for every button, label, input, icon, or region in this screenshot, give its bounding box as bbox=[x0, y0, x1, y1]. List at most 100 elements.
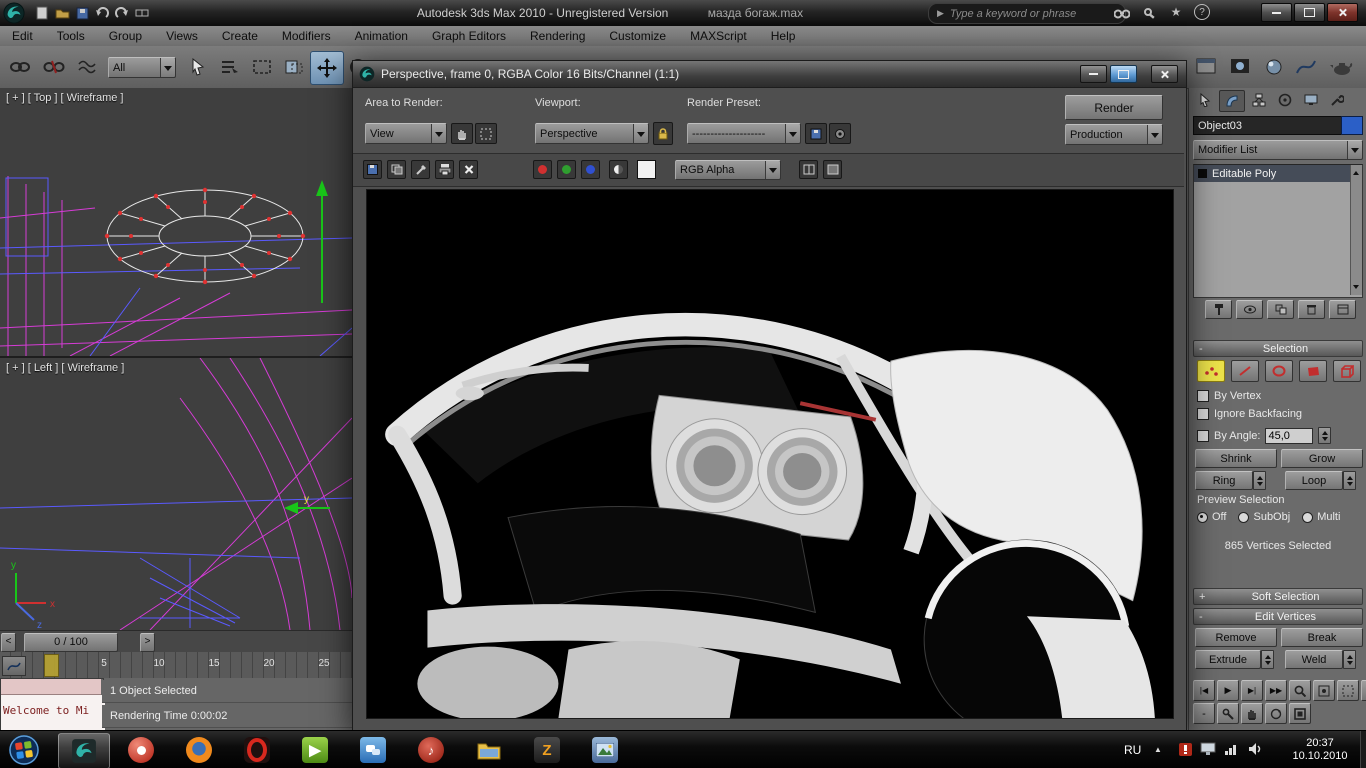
render-preset-dropdown[interactable]: -------------------- bbox=[687, 123, 801, 144]
time-step-forward-button[interactable]: > bbox=[140, 633, 155, 652]
weld-button[interactable]: Weld bbox=[1285, 650, 1343, 669]
maximize-viewport-icon[interactable] bbox=[1289, 703, 1311, 724]
maxscript-mini-listener[interactable]: Welcome to Mi bbox=[0, 678, 104, 732]
save-preset-icon[interactable] bbox=[805, 123, 827, 144]
blue-channel-icon[interactable] bbox=[581, 160, 600, 179]
modifier-list-dropdown[interactable]: Modifier List bbox=[1193, 140, 1363, 160]
tab-utilities-icon[interactable] bbox=[1325, 90, 1349, 110]
menu-edit[interactable]: Edit bbox=[0, 27, 45, 45]
viewport-top-label[interactable]: [ + ] [ Top ] [ Wireframe ] bbox=[6, 92, 123, 104]
time-step-back-button[interactable]: < bbox=[1, 633, 16, 652]
app-logo-icon[interactable] bbox=[3, 2, 25, 24]
render-maximize-button[interactable] bbox=[1110, 65, 1137, 83]
stack-scroll-down-icon[interactable] bbox=[1353, 285, 1359, 292]
menu-help[interactable]: Help bbox=[759, 27, 808, 45]
polygon-mode-icon[interactable] bbox=[1299, 360, 1327, 382]
render-button[interactable]: Render bbox=[1065, 95, 1163, 120]
arc-rotate-icon[interactable] bbox=[1265, 703, 1287, 724]
break-button[interactable]: Break bbox=[1281, 628, 1363, 647]
shrink-button[interactable]: Shrink bbox=[1195, 449, 1277, 468]
menu-graph-editors[interactable]: Graph Editors bbox=[420, 27, 518, 45]
window-crossing-icon[interactable] bbox=[278, 51, 310, 83]
favorites-star-icon[interactable]: ★ bbox=[1166, 3, 1186, 21]
taskbar-3dsmax-button[interactable] bbox=[58, 733, 110, 768]
tab-create-icon[interactable] bbox=[1193, 90, 1217, 110]
preview-off-radio[interactable] bbox=[1197, 512, 1208, 523]
menu-group[interactable]: Group bbox=[97, 27, 154, 45]
go-to-end-button[interactable]: ▶▶ bbox=[1265, 680, 1287, 701]
element-mode-icon[interactable] bbox=[1333, 360, 1361, 382]
menu-create[interactable]: Create bbox=[210, 27, 270, 45]
time-config-icon[interactable]: - bbox=[1193, 703, 1215, 724]
expand-icon[interactable]: + bbox=[1194, 591, 1209, 603]
search-arrow-icon[interactable]: ▶ bbox=[937, 8, 944, 19]
menu-customize[interactable]: Customize bbox=[597, 27, 678, 45]
taskbar-media-app-button[interactable] bbox=[116, 733, 166, 767]
remove-button[interactable]: Remove bbox=[1195, 628, 1277, 647]
show-end-result-icon[interactable] bbox=[1236, 300, 1263, 319]
bind-to-space-warp-icon[interactable] bbox=[72, 51, 104, 83]
material-editor-icon[interactable] bbox=[1258, 51, 1290, 83]
tab-display-icon[interactable] bbox=[1299, 90, 1323, 110]
help-icon[interactable]: ? bbox=[1192, 3, 1212, 21]
channel-eyedropper-icon[interactable] bbox=[411, 160, 430, 179]
rendered-frame-window[interactable]: Perspective, frame 0, RGBA Color 16 Bits… bbox=[352, 60, 1187, 732]
render-window-titlebar[interactable]: Perspective, frame 0, RGBA Color 16 Bits… bbox=[353, 61, 1186, 88]
loop-button[interactable]: Loop bbox=[1285, 471, 1343, 490]
soft-selection-rollout-header[interactable]: + Soft Selection bbox=[1193, 588, 1363, 605]
production-dropdown[interactable]: Production bbox=[1065, 124, 1163, 145]
clear-image-icon[interactable] bbox=[459, 160, 478, 179]
viewport-left-label[interactable]: [ + ] [ Left ] [ Wireframe ] bbox=[6, 362, 124, 374]
taskbar-file-manager-button[interactable] bbox=[464, 733, 514, 767]
collapse-icon[interactable]: - bbox=[1194, 611, 1209, 623]
by-angle-checkbox[interactable] bbox=[1197, 430, 1209, 442]
taskbar-zmodeler-button[interactable]: Z bbox=[522, 733, 572, 767]
taskbar-firefox-button[interactable] bbox=[174, 733, 224, 767]
menu-tools[interactable]: Tools bbox=[45, 27, 97, 45]
go-to-start-button[interactable]: |◀ bbox=[1193, 680, 1215, 701]
monochrome-channel-icon[interactable] bbox=[609, 160, 628, 179]
search-box[interactable]: ▶ Type a keyword or phrase bbox=[928, 3, 1126, 24]
start-button[interactable] bbox=[8, 734, 40, 766]
scene-link-icon[interactable] bbox=[132, 4, 152, 22]
background-color-swatch[interactable] bbox=[637, 160, 656, 179]
make-unique-icon[interactable] bbox=[1267, 300, 1294, 319]
green-channel-icon[interactable] bbox=[557, 160, 576, 179]
tab-motion-icon[interactable] bbox=[1273, 90, 1297, 110]
save-file-icon[interactable] bbox=[72, 4, 92, 22]
edge-mode-icon[interactable] bbox=[1231, 360, 1259, 382]
pan-hand-icon[interactable] bbox=[1241, 703, 1263, 724]
mini-curve-editor-icon[interactable] bbox=[2, 656, 26, 676]
grow-button[interactable]: Grow bbox=[1281, 449, 1363, 468]
render-setup-icon[interactable] bbox=[1190, 51, 1222, 83]
configure-modifier-sets-icon[interactable] bbox=[1329, 300, 1356, 319]
field-of-view-icon[interactable] bbox=[1361, 680, 1366, 701]
edit-region-icon[interactable] bbox=[475, 123, 497, 144]
language-indicator[interactable]: RU bbox=[1124, 743, 1141, 757]
taskbar-green-app-button[interactable]: ▶ bbox=[290, 733, 340, 767]
show-desktop-button[interactable] bbox=[1360, 731, 1366, 768]
stack-item-editable-poly[interactable]: Editable Poly bbox=[1194, 165, 1357, 182]
object-name-field[interactable]: Object03 bbox=[1193, 116, 1347, 135]
taskbar-clock[interactable]: 20:37 10.10.2010 bbox=[1282, 737, 1358, 763]
curve-editor-icon[interactable] bbox=[1290, 51, 1322, 83]
select-and-move-icon[interactable] bbox=[310, 51, 344, 85]
modifier-list-arrow-icon[interactable] bbox=[1347, 141, 1362, 159]
search-binoculars-icon[interactable] bbox=[1112, 4, 1132, 22]
taskbar-opera-button[interactable] bbox=[232, 733, 282, 767]
weld-spinner[interactable] bbox=[1343, 650, 1356, 669]
communication-center-icon[interactable] bbox=[1140, 4, 1160, 22]
red-channel-icon[interactable] bbox=[533, 160, 552, 179]
loop-spinner[interactable] bbox=[1343, 471, 1356, 490]
key-mode-icon[interactable] bbox=[1217, 703, 1239, 724]
by-vertex-checkbox[interactable] bbox=[1197, 390, 1209, 402]
show-hidden-icons-button[interactable]: ▲ bbox=[1154, 745, 1162, 754]
unlink-selection-icon[interactable] bbox=[38, 51, 70, 83]
selection-region-icon[interactable] bbox=[246, 51, 278, 83]
render-canvas[interactable] bbox=[366, 189, 1174, 719]
print-image-icon[interactable] bbox=[435, 160, 454, 179]
menu-maxscript[interactable]: MAXScript bbox=[678, 27, 759, 45]
rendered-frame-window-icon[interactable] bbox=[1224, 51, 1256, 83]
clone-window-icon[interactable] bbox=[387, 160, 406, 179]
stack-scroll-up-icon[interactable] bbox=[1353, 168, 1359, 175]
